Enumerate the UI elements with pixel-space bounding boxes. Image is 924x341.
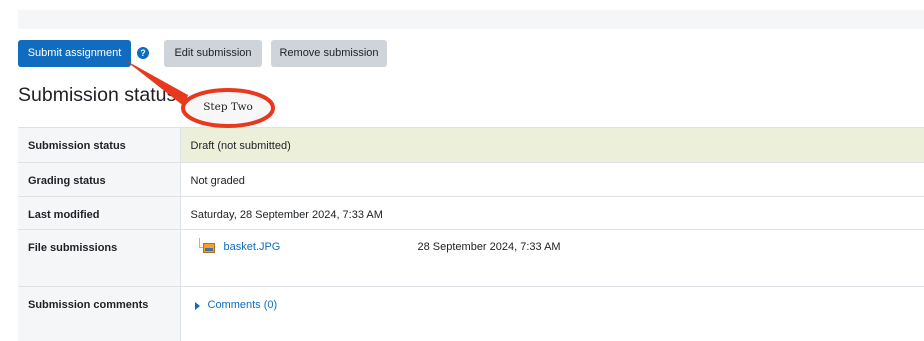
row-label: Submission status: [18, 127, 181, 163]
row-label: Submission comments: [18, 286, 181, 341]
comments-link[interactable]: Comments (0): [208, 299, 278, 311]
table-row: File submissions basket.JPG 28 September…: [18, 229, 924, 287]
edit-submission-button[interactable]: Edit submission: [164, 40, 262, 67]
file-entry: basket.JPG 28 September 2024, 7:33 AM: [191, 230, 924, 264]
submit-assignment-button[interactable]: Submit assignment: [18, 40, 131, 67]
remove-submission-button[interactable]: Remove submission: [271, 40, 387, 67]
table-row: Grading status Not graded: [18, 162, 924, 197]
submission-status-table: Submission status Draft (not submitted) …: [18, 127, 924, 341]
help-icon[interactable]: ?: [137, 47, 149, 59]
row-label: Grading status: [18, 162, 181, 197]
file-link[interactable]: basket.JPG: [224, 241, 281, 253]
last-modified-value: Saturday, 28 September 2024, 7:33 AM: [180, 196, 924, 230]
table-row: Submission comments Comments (0): [18, 286, 924, 341]
image-file-icon: [202, 243, 215, 253]
row-label: Last modified: [18, 196, 181, 230]
callout-label: Step Two: [203, 101, 253, 113]
file-date: 28 September 2024, 7:33 AM: [417, 241, 561, 253]
submission-comments-cell: Comments (0): [180, 286, 924, 341]
file-submissions-cell: basket.JPG 28 September 2024, 7:33 AM: [180, 229, 924, 287]
submission-status-value: Draft (not submitted): [180, 127, 924, 163]
page-title: Submission status: [18, 84, 177, 106]
grading-status-value: Not graded: [180, 162, 924, 197]
top-bar: [18, 10, 924, 29]
table-row: Submission status Draft (not submitted): [18, 127, 924, 163]
comments-toggle[interactable]: Comments (0): [191, 287, 924, 317]
row-label: File submissions: [18, 229, 181, 287]
caret-right-icon[interactable]: [194, 302, 200, 310]
table-row: Last modified Saturday, 28 September 202…: [18, 196, 924, 230]
